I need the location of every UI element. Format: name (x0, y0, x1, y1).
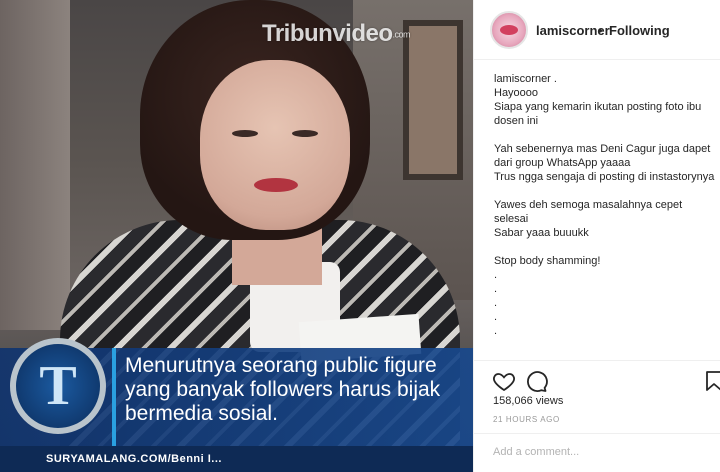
add-comment-section (474, 433, 720, 472)
site-url-bar: SURYAMALANG.COM/Benni I... (0, 446, 473, 472)
caption-line: Sabar yaaa buuukk (494, 227, 589, 239)
view-count[interactable]: 158,066 views (493, 395, 563, 407)
caption-line: Yawes deh semoga masalahnya cepet selesa… (494, 199, 683, 225)
caption-dot: . (494, 311, 498, 323)
post-caption: lamiscorner . Hayoooo Siapa yang kemarin… (494, 72, 716, 360)
caption-line: Trus ngga sengaja di posting di instasto… (494, 171, 715, 183)
broadcaster-logo-letter: T (39, 355, 77, 417)
watermark-domain: .com (392, 29, 411, 40)
watermark-brand: Tribun (262, 20, 333, 47)
caption-line: Hayoooo (494, 87, 539, 99)
following-button[interactable]: Following (609, 23, 670, 38)
background-wall (0, 0, 70, 330)
caption-gap (494, 184, 716, 198)
caption-line: Stop body shamming! (494, 255, 601, 267)
post-side-panel: lamiscorner • Following lamiscorner . Ha… (473, 0, 720, 472)
caption-line: Yah sebenernya mas Deni Cagur juga dapet… (494, 143, 711, 169)
caption-dot: . (494, 283, 498, 295)
post-video[interactable]: Tribunvideo.com Menurutnya seorang publi… (0, 0, 473, 472)
caption-dot: . (494, 325, 498, 337)
person-lips (254, 178, 298, 192)
post-timestamp[interactable]: 21 HOURS AGO (493, 415, 560, 424)
heart-icon[interactable] (492, 369, 516, 393)
lower-third-caption: Menurutnya seorang public figure yang ba… (125, 354, 441, 425)
bookmark-icon[interactable] (702, 369, 720, 393)
person-eye-left (232, 130, 258, 137)
comment-icon[interactable] (524, 369, 548, 393)
caption-username[interactable]: lamiscorner (494, 73, 551, 85)
avatar-lips-logo (500, 25, 518, 35)
caption-line: Siapa yang kemarin ikutan posting foto i… (494, 101, 702, 127)
caption-gap (494, 128, 716, 142)
header-separator: • (598, 23, 603, 38)
avatar[interactable] (490, 11, 528, 49)
comment-input[interactable] (493, 446, 703, 458)
lower-third-accent (112, 348, 116, 446)
background-frame (403, 20, 463, 180)
post-header: lamiscorner • Following (474, 0, 720, 60)
person-eye-right (292, 130, 318, 137)
video-watermark: Tribunvideo.com (262, 20, 411, 48)
watermark-suffix: video (332, 20, 393, 47)
person-face (200, 60, 350, 230)
caption-dot: . (494, 297, 498, 309)
post-actions (474, 360, 720, 398)
caption-gap (494, 240, 716, 254)
caption-username-suffix: . (550, 73, 557, 85)
caption-dot: . (494, 269, 498, 281)
